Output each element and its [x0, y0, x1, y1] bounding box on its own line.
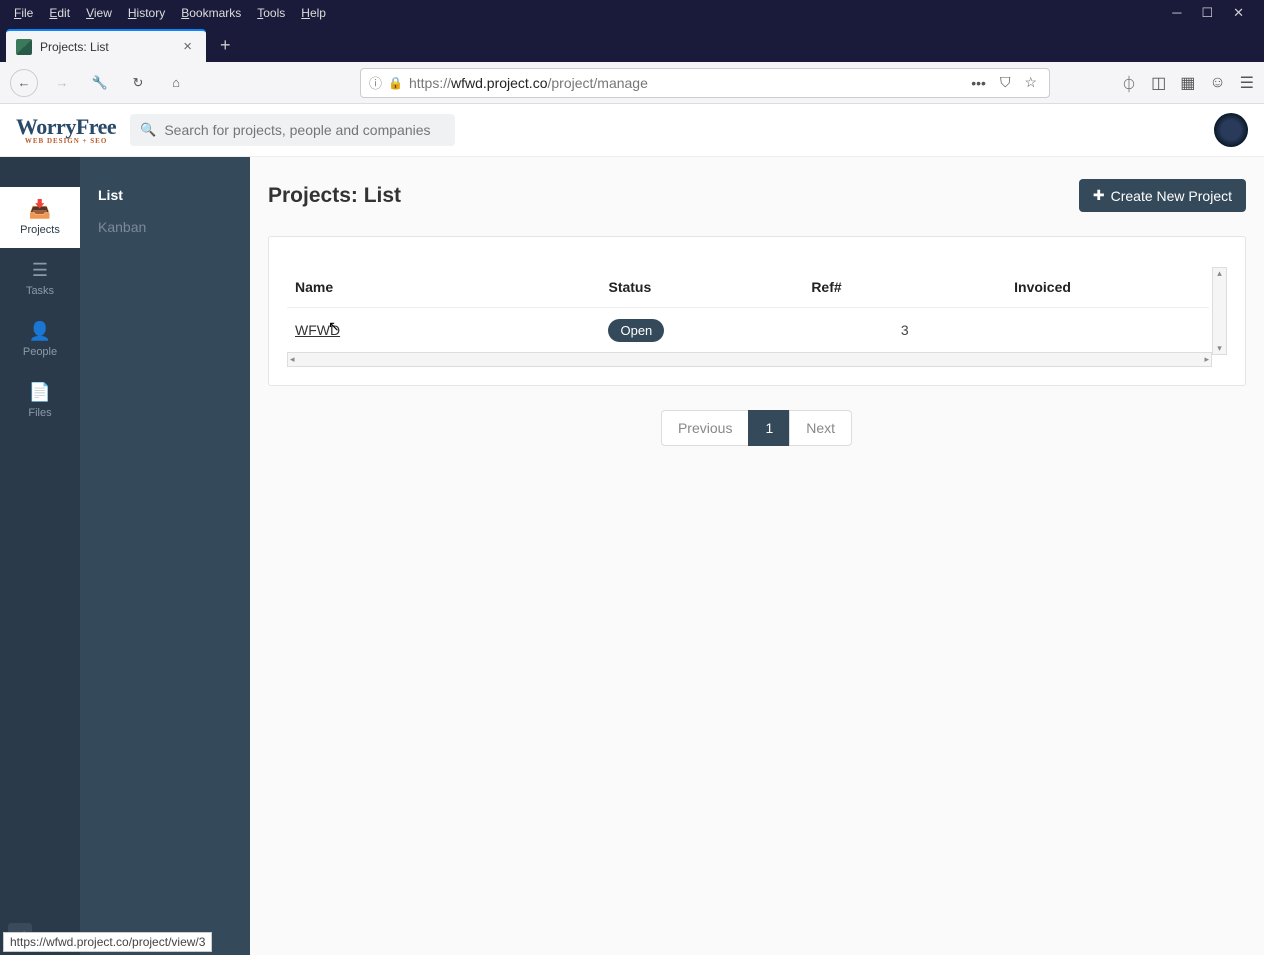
hamburger-icon[interactable]: ☰	[1240, 73, 1254, 93]
plus-icon: ✚	[1093, 187, 1105, 204]
reader-icon[interactable]: ⛉	[996, 74, 1015, 91]
url-bar[interactable]: ⓘ 🔒 https://wfwd.project.co/project/mana…	[360, 68, 1050, 98]
scroll-up-icon[interactable]: ▴	[1217, 268, 1222, 279]
page-title: Projects: List	[268, 184, 401, 208]
nav-projects[interactable]: 📥 Projects	[0, 187, 80, 248]
vertical-scrollbar[interactable]: ▴▾	[1212, 267, 1227, 355]
col-ref[interactable]: Ref#	[803, 267, 1006, 308]
horizontal-scrollbar[interactable]: ◂▸	[287, 352, 1212, 367]
favicon-icon	[16, 39, 32, 55]
library-icon[interactable]: ⏀	[1121, 71, 1137, 95]
page-1-button[interactable]: 1	[748, 410, 790, 446]
create-project-button[interactable]: ✚ Create New Project	[1079, 179, 1246, 212]
menu-view[interactable]: View	[80, 4, 118, 22]
logo[interactable]: WorryFree WEB DESIGN + SEO	[16, 116, 116, 145]
back-button[interactable]: ←	[10, 69, 38, 97]
col-name[interactable]: Name	[287, 267, 600, 308]
next-button[interactable]: Next	[789, 410, 852, 446]
subnav-list[interactable]: List	[98, 179, 232, 211]
project-link[interactable]: WFWD	[295, 322, 340, 338]
status-badge: Open	[608, 319, 664, 342]
close-icon[interactable]: ✕	[1233, 5, 1244, 21]
nav-label: Tasks	[26, 285, 54, 297]
menu-file[interactable]: File	[8, 4, 39, 22]
pagination: Previous 1 Next	[268, 410, 1246, 446]
user-icon: 👤	[29, 321, 51, 342]
col-invoiced[interactable]: Invoiced	[1006, 267, 1209, 308]
maximize-icon[interactable]: ☐	[1201, 5, 1213, 21]
logo-main: WorryFree	[16, 116, 116, 138]
table-row: WFWD Open 3	[287, 308, 1209, 353]
browser-tab[interactable]: Projects: List ×	[6, 29, 206, 62]
scroll-right-icon[interactable]: ▸	[1204, 354, 1209, 365]
nav-rail: 📥 Projects ☰ Tasks 👤 People 📄 Files ◀	[0, 157, 80, 955]
new-tab-button[interactable]: +	[206, 29, 245, 62]
col-status[interactable]: Status	[600, 267, 803, 308]
nav-tasks[interactable]: ☰ Tasks	[0, 248, 80, 309]
nav-files[interactable]: 📄 Files	[0, 370, 80, 431]
minimize-icon[interactable]: ─	[1172, 5, 1181, 20]
tab-close-icon[interactable]: ×	[179, 38, 196, 55]
app-header: WorryFree WEB DESIGN + SEO 🔍	[0, 104, 1264, 157]
info-icon[interactable]: ⓘ	[369, 73, 382, 92]
app-body: 📥 Projects ☰ Tasks 👤 People 📄 Files ◀ Li…	[0, 157, 1264, 955]
reload-button[interactable]: ↻	[124, 69, 152, 97]
projects-table: Name Status Ref# Invoiced WFWD Open 3	[287, 267, 1209, 353]
search-box[interactable]: 🔍	[130, 114, 455, 146]
lock-icon[interactable]: 🔒	[388, 76, 403, 90]
url-text: https://wfwd.project.co/project/manage	[409, 75, 961, 91]
toolbar-right: ⏀ ◫ ▦ ☺ ☰	[1121, 71, 1254, 95]
inbox-icon: 📥	[29, 199, 51, 220]
invoiced-cell	[1006, 308, 1209, 353]
nav-label: Files	[28, 407, 51, 419]
tab-strip: Projects: List × +	[0, 25, 1264, 62]
extension-icon[interactable]: ▦	[1180, 73, 1195, 93]
scroll-left-icon[interactable]: ◂	[290, 354, 295, 365]
account-icon[interactable]: ☺	[1209, 74, 1225, 92]
browser-toolbar: ← → 🔧 ↻ ⌂ ⓘ 🔒 https://wfwd.project.co/pr…	[0, 62, 1264, 104]
nav-label: People	[23, 346, 57, 358]
create-btn-label: Create New Project	[1111, 188, 1232, 204]
table-header-row: Name Status Ref# Invoiced	[287, 267, 1209, 308]
forward-button[interactable]: →	[48, 69, 76, 97]
window-controls: ─ ☐ ✕	[1172, 5, 1256, 21]
home-button[interactable]: ⌂	[162, 69, 190, 97]
menu-edit[interactable]: Edit	[43, 4, 76, 22]
ref-cell: 3	[803, 308, 1006, 353]
status-bar: https://wfwd.project.co/project/view/3	[3, 932, 212, 952]
page-actions-icon[interactable]: •••	[967, 75, 990, 91]
search-icon: 🔍	[140, 122, 156, 138]
bookmark-icon[interactable]: ☆	[1020, 74, 1041, 91]
nav-people[interactable]: 👤 People	[0, 309, 80, 370]
content: Projects: List ✚ Create New Project Name…	[250, 157, 1264, 955]
menu-help[interactable]: Help	[295, 4, 332, 22]
browser-menubar: File Edit View History Bookmarks Tools H…	[0, 0, 1264, 25]
nav-label: Projects	[20, 224, 60, 236]
list-icon: ☰	[32, 260, 48, 281]
sub-nav: List Kanban	[80, 157, 250, 955]
subnav-kanban[interactable]: Kanban	[98, 211, 232, 243]
tab-title: Projects: List	[40, 40, 171, 54]
prev-button[interactable]: Previous	[661, 410, 749, 446]
menu-bookmarks[interactable]: Bookmarks	[175, 4, 247, 22]
sidebar-icon[interactable]: ◫	[1151, 73, 1166, 93]
logo-sub: WEB DESIGN + SEO	[16, 138, 116, 145]
menu-tools[interactable]: Tools	[251, 4, 291, 22]
content-header: Projects: List ✚ Create New Project	[268, 179, 1246, 212]
file-icon: 📄	[29, 382, 51, 403]
search-input[interactable]	[164, 122, 445, 138]
table-card: Name Status Ref# Invoiced WFWD Open 3	[268, 236, 1246, 386]
menu-history[interactable]: History	[122, 4, 171, 22]
avatar[interactable]	[1214, 113, 1248, 147]
scroll-down-icon[interactable]: ▾	[1217, 343, 1222, 354]
dev-button[interactable]: 🔧	[86, 69, 114, 97]
